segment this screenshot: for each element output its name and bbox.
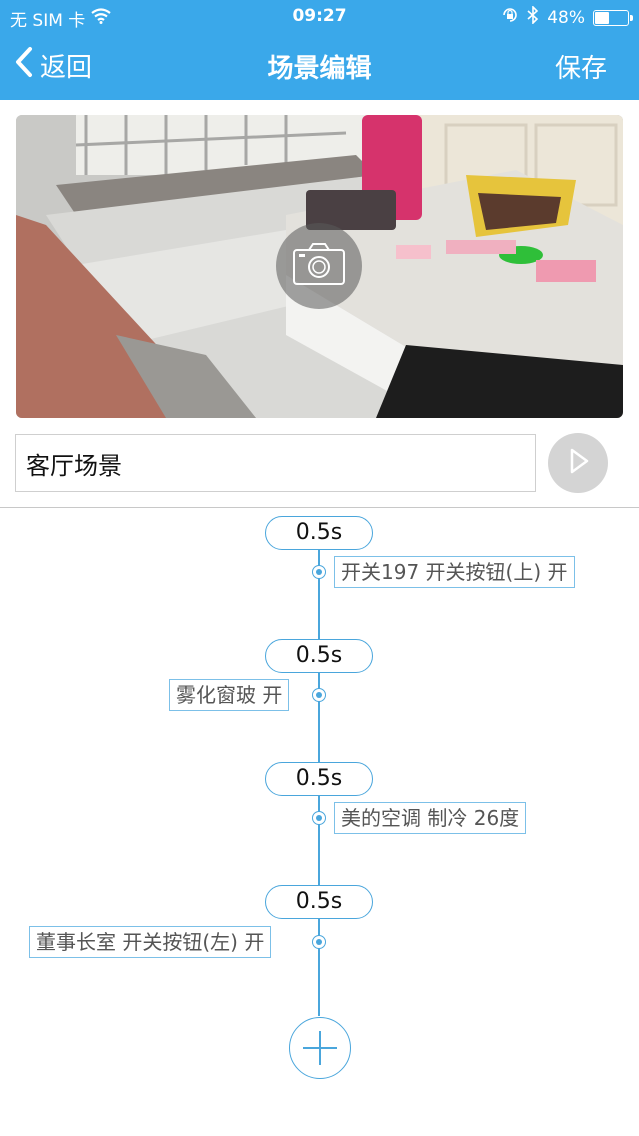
step-action[interactable]: 雾化窗玻 开 xyxy=(169,679,290,711)
step-dot xyxy=(312,811,326,825)
battery-percent: 48% xyxy=(547,7,585,28)
back-button[interactable]: 返回 xyxy=(14,46,92,85)
page-title: 场景编辑 xyxy=(267,54,372,84)
battery-icon xyxy=(593,9,633,26)
chevron-left-icon xyxy=(14,46,34,85)
step-delay[interactable]: 0.5s xyxy=(265,516,373,550)
add-step-button[interactable] xyxy=(289,1017,351,1079)
step-delay[interactable]: 0.5s xyxy=(265,885,373,919)
back-label: 返回 xyxy=(40,53,93,83)
play-button[interactable] xyxy=(548,433,608,493)
nav-bar: 返回 场景编辑 保存 xyxy=(0,32,639,100)
step-dot xyxy=(312,688,326,702)
battery-level xyxy=(595,11,610,24)
step-action[interactable]: 董事长室 开关按钮(左) 开 xyxy=(29,926,272,958)
change-photo-button[interactable] xyxy=(276,223,362,309)
camera-icon xyxy=(291,241,347,291)
play-icon xyxy=(563,446,593,480)
save-button[interactable]: 保存 xyxy=(555,48,607,85)
rotation-lock-icon xyxy=(501,6,519,29)
scene-name-input[interactable] xyxy=(15,434,536,492)
header: 无 SIM 卡 09:27 48% 返回 场景编辑 保存 xyxy=(0,0,639,100)
step-dot xyxy=(312,565,326,579)
step-dot xyxy=(312,935,326,949)
step-delay[interactable]: 0.5s xyxy=(265,639,373,673)
bluetooth-icon xyxy=(527,5,539,29)
step-action[interactable]: 开关197 开关按钮(上) 开 xyxy=(334,556,575,588)
divider xyxy=(0,507,639,508)
step-delay[interactable]: 0.5s xyxy=(265,762,373,796)
scene-photo[interactable] xyxy=(16,115,623,418)
step-action[interactable]: 美的空调 制冷 26度 xyxy=(334,802,527,834)
status-bar: 无 SIM 卡 09:27 48% xyxy=(0,0,639,32)
